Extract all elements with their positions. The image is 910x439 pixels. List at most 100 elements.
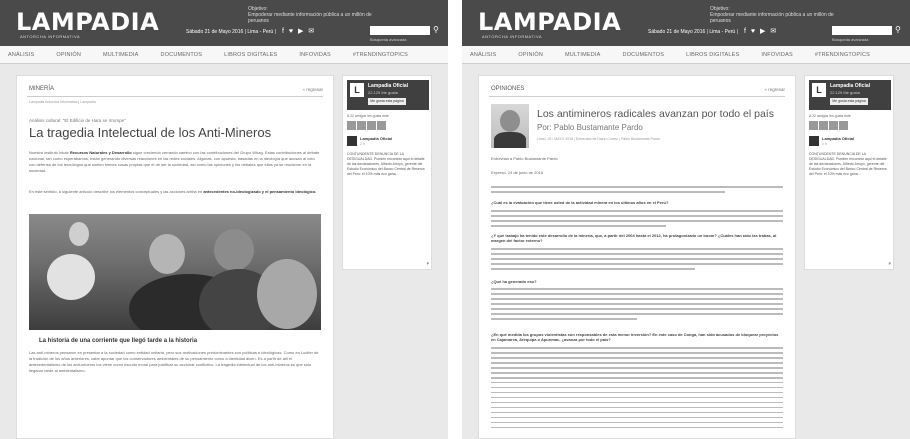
photo-figure xyxy=(149,234,185,274)
article-panel: MINERÍA « regresar Lampadia Antorcha Inf… xyxy=(16,75,334,439)
mail-icon[interactable]: ✉ xyxy=(770,28,776,35)
scroll-down-icon[interactable]: ▾ xyxy=(426,261,429,267)
site-tagline: ANTORCHA INFORMATIVA xyxy=(482,34,543,39)
facebook-widget: L Lampadia Oficial 22.129 Me gusta Me gu… xyxy=(804,75,894,270)
site-logo[interactable]: LAMPADIA xyxy=(478,8,621,36)
widget-page-name[interactable]: Lampadia Oficial xyxy=(368,83,408,89)
nav-libros[interactable]: LIBROS DIGITALES xyxy=(686,52,739,58)
nav-opinion[interactable]: OPINIÓN xyxy=(518,52,543,58)
nav-documentos[interactable]: DOCUMENTOS xyxy=(161,52,203,58)
youtube-icon[interactable]: ▶ xyxy=(298,28,303,35)
article-paragraph-1: Nuestra instituto Inkair Recursos Natura… xyxy=(29,150,321,174)
like-page-button[interactable]: Me gusta esta página xyxy=(830,98,868,105)
friend-avatar[interactable] xyxy=(819,121,828,130)
para1-bold[interactable]: Recursos Naturales y Desarrollo xyxy=(70,150,132,155)
friend-avatar[interactable] xyxy=(829,121,838,130)
friend-avatar[interactable] xyxy=(357,121,366,130)
search-icon[interactable]: ⚲ xyxy=(895,25,901,34)
friend-avatar[interactable] xyxy=(367,121,376,130)
para2-bold: antecedentes no-ideologizado y el pensam… xyxy=(203,189,317,194)
article-body: Las anti-mineros pensaron en presentar a… xyxy=(29,350,319,373)
advanced-search-link[interactable]: Búsqueda avanzada xyxy=(370,37,406,42)
nav-documentos[interactable]: DOCUMENTOS xyxy=(623,52,665,58)
author-shoulders xyxy=(494,132,526,148)
friend-avatar[interactable] xyxy=(809,121,818,130)
para2-start: En este sentido, a siguiente artículo de… xyxy=(29,189,204,194)
breadcrumb[interactable]: Lampadia Antorcha Informativa | Lampadia xyxy=(29,100,96,104)
text-block xyxy=(491,186,783,196)
nav-opinion[interactable]: OPINIÓN xyxy=(56,52,81,58)
nav-multimedia[interactable]: MULTIMEDIA xyxy=(565,52,601,58)
widget-header: L Lampadia Oficial 22.129 Me gusta Me gu… xyxy=(809,80,891,110)
widget-faces xyxy=(347,121,387,130)
post-time: 2 h xyxy=(360,142,365,146)
left-screenshot: LAMPADIA ANTORCHA INFORMATIVA Objetivo: … xyxy=(0,0,448,439)
back-link[interactable]: « regresar xyxy=(764,87,785,92)
nav-infovidas[interactable]: INFOVIDAS xyxy=(761,52,792,58)
post-text: CONTUNDENTE DENUNCIA DE LA DESIGUALDAD. … xyxy=(347,152,425,176)
text-block xyxy=(491,288,783,323)
main-nav: ANÁLISIS OPINIÓN MULTIMEDIA DOCUMENTOS L… xyxy=(0,46,448,64)
friend-avatar[interactable] xyxy=(347,121,356,130)
article-section-title: La historia de una corriente que llegó t… xyxy=(39,338,198,344)
search-input[interactable] xyxy=(370,26,430,35)
friend-avatar[interactable] xyxy=(839,121,848,130)
facebook-icon[interactable]: f xyxy=(282,28,284,35)
widget-fans-text: A 22 amigos les gusta este xyxy=(809,114,851,118)
site-header: LAMPADIA ANTORCHA INFORMATIVA Objetivo: … xyxy=(462,0,910,46)
divider xyxy=(489,96,785,97)
main-nav: ANÁLISIS OPINIÓN MULTIMEDIA DOCUMENTOS L… xyxy=(462,46,910,64)
search-icon[interactable]: ⚲ xyxy=(433,25,439,34)
post-time: 2 h xyxy=(822,142,827,146)
facebook-widget: L Lampadia Oficial 22.129 Me gusta Me gu… xyxy=(342,75,432,270)
nav-trending[interactable]: #TRENDINGTOPICS xyxy=(815,52,870,58)
twitter-icon[interactable]: ♥ xyxy=(289,28,293,35)
nav-multimedia[interactable]: MULTIMEDIA xyxy=(103,52,139,58)
post-avatar[interactable] xyxy=(347,136,357,146)
friend-avatar[interactable] xyxy=(377,121,386,130)
social-links: f ♥ ▶ ✉ xyxy=(282,27,317,35)
social-links: f ♥ ▶ ✉ xyxy=(744,27,779,35)
question-2: ¿Y qué trabajo ha tenido este desarrollo… xyxy=(491,233,777,243)
header-date: Sábado 21 de Mayo 2016 | Lima - Perú | xyxy=(186,29,276,35)
header-date: Sábado 21 de Mayo 2016 | Lima - Perú | xyxy=(648,29,738,35)
twitter-icon[interactable]: ♥ xyxy=(751,28,755,35)
article-byline: Por: Pablo Bustamante Pardo xyxy=(537,123,643,132)
photo-figure xyxy=(69,222,89,246)
right-screenshot: LAMPADIA ANTORCHA INFORMATIVA Objetivo: … xyxy=(462,0,910,439)
site-logo[interactable]: LAMPADIA xyxy=(16,8,159,36)
photo-figure xyxy=(47,254,95,300)
question-4: ¿En qué medida los grupos violentistas s… xyxy=(491,332,779,342)
article-title: La tragedia Intelectual de los Anti-Mine… xyxy=(29,125,272,140)
back-link[interactable]: « regresar xyxy=(302,87,323,92)
post-author[interactable]: Lampadia Oficial xyxy=(822,136,854,141)
lampadia-logo-icon[interactable]: L xyxy=(350,83,364,97)
widget-likes: 22.129 Me gusta xyxy=(830,90,860,95)
article-date: Expreso, 24 de junio de 2016 xyxy=(491,170,544,175)
lampadia-logo-icon[interactable]: L xyxy=(812,83,826,97)
facebook-icon[interactable]: f xyxy=(744,28,746,35)
advanced-search-link[interactable]: Búsqueda avanzada xyxy=(832,37,868,42)
article-paragraph-2: En este sentido, a siguiente artículo de… xyxy=(29,189,321,195)
text-block xyxy=(491,248,783,273)
question-3: ¿Qué ha generado eso? xyxy=(491,279,537,284)
widget-page-name[interactable]: Lampadia Oficial xyxy=(830,83,870,89)
nav-trending[interactable]: #TRENDINGTOPICS xyxy=(353,52,408,58)
post-avatar[interactable] xyxy=(809,136,819,146)
post-author[interactable]: Lampadia Oficial xyxy=(360,136,392,141)
scroll-down-icon[interactable]: ▾ xyxy=(888,261,891,267)
widget-fans-text: A 22 amigos les gusta este xyxy=(347,114,389,118)
text-block xyxy=(491,210,783,230)
article-note: Entrevista a Pablo Bustamante Pardo xyxy=(491,156,558,161)
like-page-button[interactable]: Me gusta esta página xyxy=(368,98,406,105)
nav-infovidas[interactable]: INFOVIDAS xyxy=(299,52,330,58)
text-block xyxy=(491,347,783,432)
nav-analisis[interactable]: ANÁLISIS xyxy=(470,52,496,58)
objective-text: Empoderar mediante información pública a… xyxy=(710,12,834,24)
youtube-icon[interactable]: ▶ xyxy=(760,28,765,35)
mail-icon[interactable]: ✉ xyxy=(308,28,314,35)
nav-analisis[interactable]: ANÁLISIS xyxy=(8,52,34,58)
search-input[interactable] xyxy=(832,26,892,35)
section-label: OPINIONES xyxy=(491,86,525,92)
nav-libros[interactable]: LIBROS DIGITALES xyxy=(224,52,277,58)
